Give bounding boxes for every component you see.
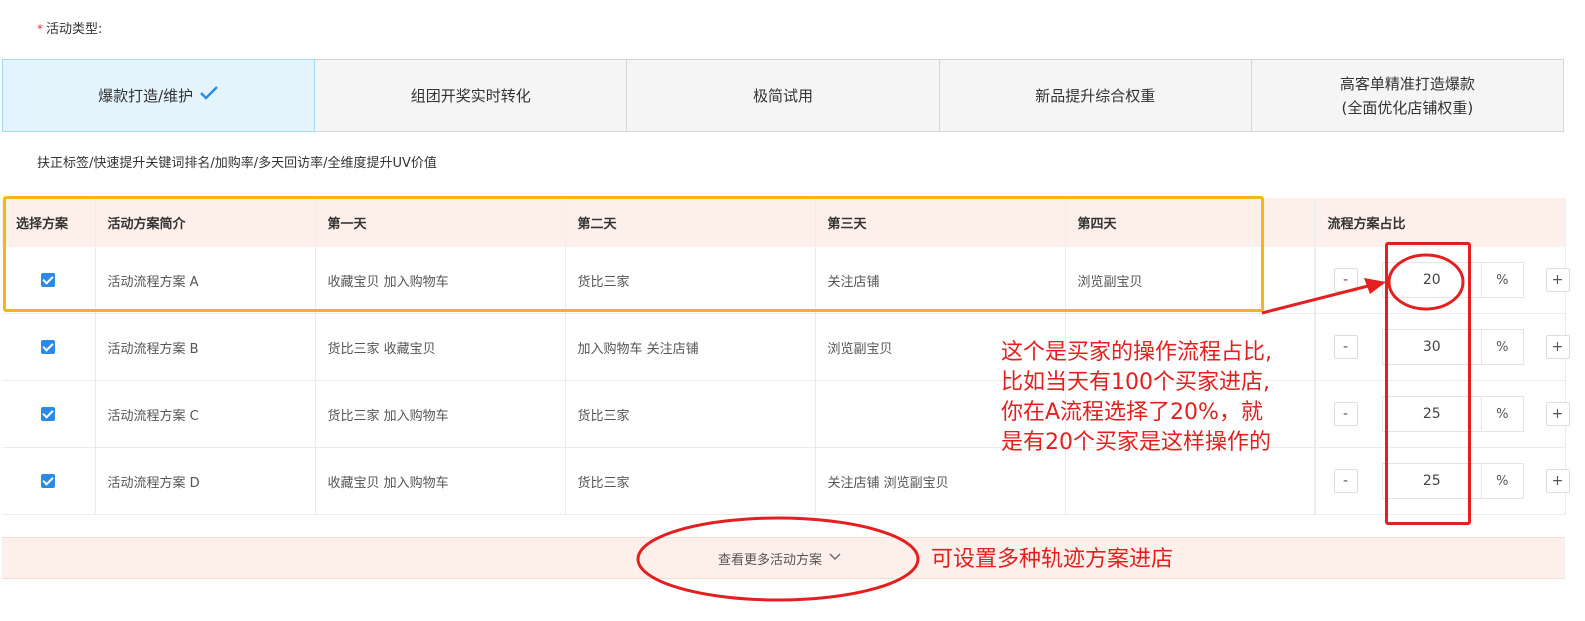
plan-day1: 货比三家 收藏宝贝 xyxy=(315,313,566,381)
increment-button[interactable]: + xyxy=(1545,335,1570,359)
col-header-intro: 活动方案简介 xyxy=(95,198,316,247)
increment-button[interactable]: + xyxy=(1545,469,1570,493)
plan-day1: 收藏宝贝 加入购物车 xyxy=(315,247,566,314)
plan-day4 xyxy=(1065,313,1315,381)
table-row: 活动流程方案 A 收藏宝贝 加入购物车 货比三家 关注店铺 浏览副宝贝 - 20… xyxy=(2,247,1570,314)
plan-d-checkbox[interactable] xyxy=(41,474,56,488)
plan-day3: 浏览副宝贝 xyxy=(815,313,1066,381)
more-plans-bar: 查看更多活动方案 xyxy=(2,537,1565,579)
plan-day4 xyxy=(1065,380,1315,448)
plan-b-checkbox[interactable] xyxy=(41,340,56,354)
plan-day4 xyxy=(1065,447,1315,515)
checkmark-icon xyxy=(199,84,219,108)
decrement-button[interactable]: - xyxy=(1333,268,1358,292)
col-header-select: 选择方案 xyxy=(2,198,96,247)
ratio-stepper: - 25% + xyxy=(1328,463,1576,499)
decrement-button[interactable]: - xyxy=(1333,469,1358,493)
col-header-day1: 第一天 xyxy=(315,198,566,247)
plan-day3: 关注店铺 xyxy=(815,247,1066,314)
plan-day3: 关注店铺 浏览副宝贝 xyxy=(815,447,1066,515)
plan-day2: 加入购物车 关注店铺 xyxy=(565,313,816,381)
percent-unit: % xyxy=(1481,397,1522,431)
percent-unit: % xyxy=(1481,263,1522,297)
ratio-stepper: - 20% + xyxy=(1328,262,1576,298)
plan-table: 选择方案 活动方案简介 第一天 第二天 第三天 第四天 流程方案占比 活动流程方… xyxy=(2,198,1570,515)
decrement-button[interactable]: - xyxy=(1333,335,1358,359)
plan-day1: 货比三家 加入购物车 xyxy=(315,380,566,448)
plan-name: 活动流程方案 C xyxy=(95,380,316,448)
col-header-day2: 第二天 xyxy=(565,198,816,247)
activity-type-label: * 活动类型: xyxy=(37,22,103,37)
plan-day2: 货比三家 xyxy=(565,247,816,314)
plan-day3 xyxy=(815,380,1066,448)
plan-name: 活动流程方案 B xyxy=(95,313,316,381)
activity-description: 扶正标签/快速提升关键词排名/加购率/多天回访率/全维度提升UV价值 xyxy=(37,156,437,171)
required-mark: * xyxy=(37,22,43,36)
col-header-day4: 第四天 xyxy=(1065,198,1315,247)
more-plans-link[interactable]: 查看更多活动方案 xyxy=(718,549,842,568)
tab-new-product-weight[interactable]: 新品提升综合权重 xyxy=(938,59,1252,132)
ratio-input[interactable]: 20% xyxy=(1381,262,1524,298)
plan-name: 活动流程方案 A xyxy=(95,247,316,314)
percent-unit: % xyxy=(1481,464,1522,498)
plan-a-checkbox[interactable] xyxy=(41,273,56,287)
plan-day4: 浏览副宝贝 xyxy=(1065,247,1315,314)
tab-group-lottery[interactable]: 组团开奖实时转化 xyxy=(314,59,628,132)
tab-explosive-product[interactable]: 爆款打造/维护 xyxy=(2,59,316,132)
ratio-input[interactable]: 25% xyxy=(1381,396,1524,432)
table-row: 活动流程方案 C 货比三家 加入购物车 货比三家 - 25% + xyxy=(2,380,1570,448)
tab-high-value-order[interactable]: 高客单精准打造爆款 (全面优化店铺权重) xyxy=(1250,59,1565,132)
plan-day2: 货比三家 xyxy=(565,447,816,515)
table-row: 活动流程方案 B 货比三家 收藏宝贝 加入购物车 关注店铺 浏览副宝贝 - 30… xyxy=(2,313,1570,381)
chevron-down-icon xyxy=(822,551,842,566)
ratio-stepper: - 25% + xyxy=(1328,396,1576,432)
decrement-button[interactable]: - xyxy=(1333,402,1358,426)
table-row: 活动流程方案 D 收藏宝贝 加入购物车 货比三家 关注店铺 浏览副宝贝 - 25… xyxy=(2,447,1570,515)
col-header-day3: 第三天 xyxy=(815,198,1066,247)
increment-button[interactable]: + xyxy=(1545,268,1570,292)
ratio-input[interactable]: 30% xyxy=(1381,329,1524,365)
ratio-stepper: - 30% + xyxy=(1328,329,1576,365)
plan-day1: 收藏宝贝 加入购物车 xyxy=(315,447,566,515)
plan-name: 活动流程方案 D xyxy=(95,447,316,515)
table-header-row: 选择方案 活动方案简介 第一天 第二天 第三天 第四天 流程方案占比 xyxy=(2,198,1566,247)
plan-day2: 货比三家 xyxy=(565,380,816,448)
plan-c-checkbox[interactable] xyxy=(41,407,56,421)
percent-unit: % xyxy=(1481,330,1522,364)
activity-type-tabs: 爆款打造/维护 组团开奖实时转化 极简试用 新品提升综合权重 高客单精准打造爆款… xyxy=(2,59,1565,132)
col-header-ratio: 流程方案占比 xyxy=(1315,198,1566,247)
increment-button[interactable]: + xyxy=(1545,402,1570,426)
ratio-input[interactable]: 25% xyxy=(1381,463,1524,499)
tab-simple-trial[interactable]: 极简试用 xyxy=(626,59,940,132)
